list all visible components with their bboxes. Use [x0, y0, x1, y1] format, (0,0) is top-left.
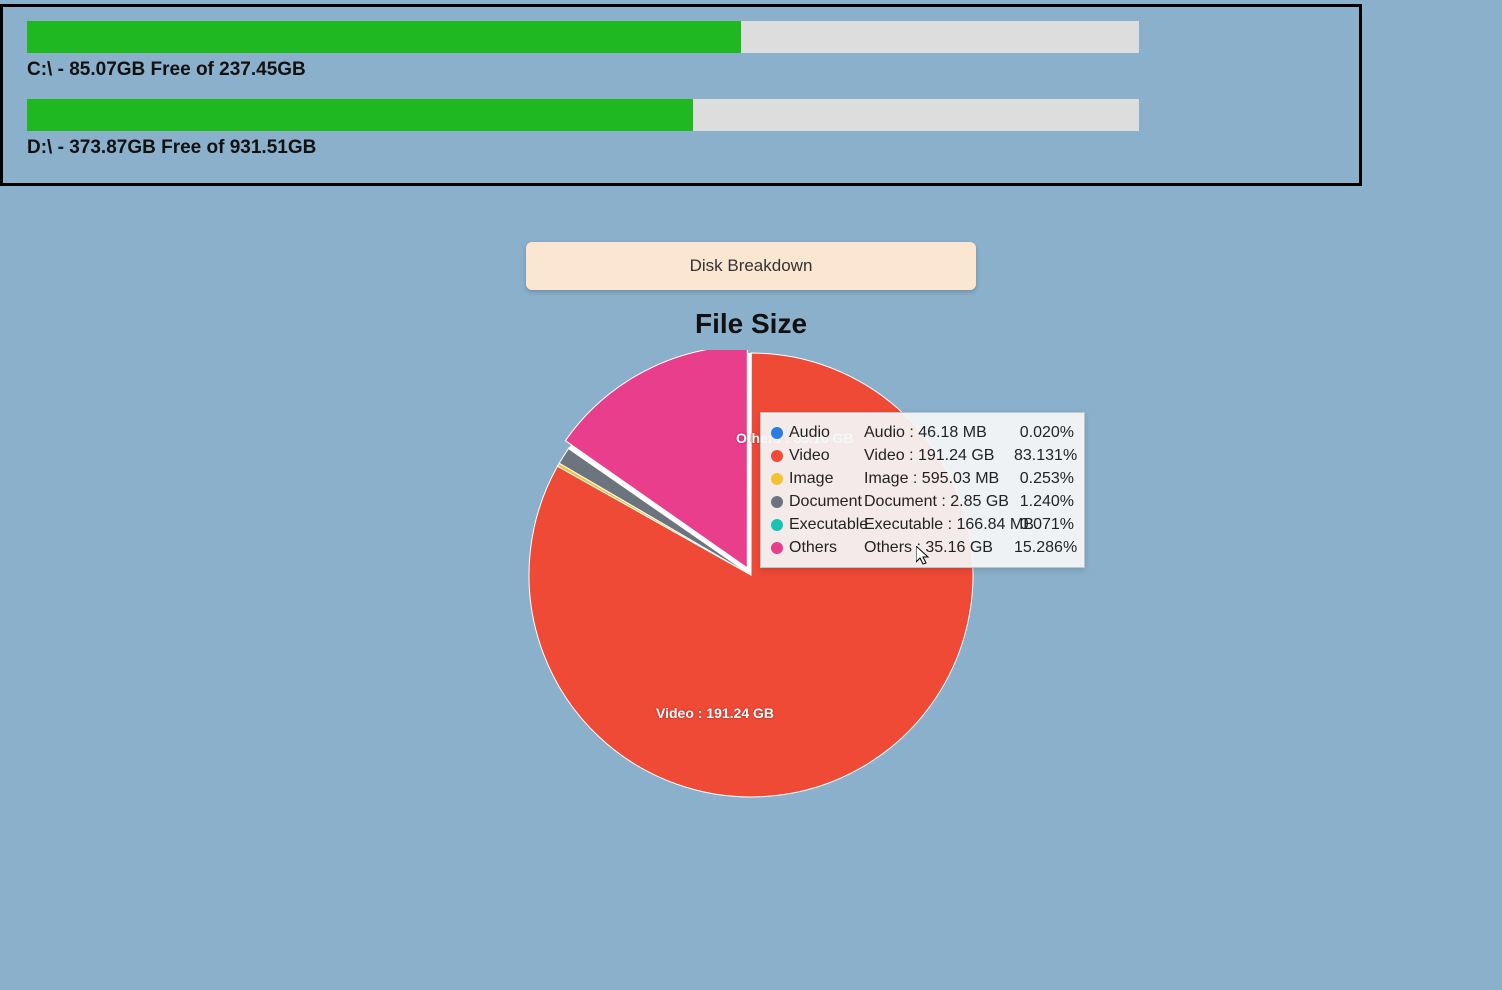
drive-d-label: D:\ - 373.87GB Free of 931.51GB: [27, 137, 1335, 159]
legend-name: Others: [789, 539, 864, 557]
legend-pct: 83.131%: [1014, 447, 1074, 465]
drive-d-bar-fill: [27, 99, 693, 131]
drive-c-bar-fill: [27, 21, 741, 53]
legend-dot-icon: [771, 450, 783, 462]
disk-breakdown-tab[interactable]: Disk Breakdown: [526, 242, 976, 290]
legend-size: Others : 35.16 GB: [864, 539, 1014, 557]
drive-d-row[interactable]: D:\ - 373.87GB Free of 931.51GB: [27, 99, 1335, 159]
legend-size: Executable : 166.84 MB: [864, 516, 1014, 534]
legend-size: Audio : 46.18 MB: [864, 424, 1014, 442]
legend-pct: 0.253%: [1014, 470, 1074, 488]
pie-chart[interactable]: Others : 35.16 GB Video : 191.24 GB Audi…: [526, 350, 976, 800]
legend-tooltip: AudioAudio : 46.18 MB0.020%VideoVideo : …: [760, 412, 1085, 568]
legend-name: Executable: [789, 516, 864, 534]
legend-dot-icon: [771, 473, 783, 485]
legend-row-document: DocumentDocument : 2.85 GB1.240%: [771, 490, 1074, 513]
drive-c-row[interactable]: C:\ - 85.07GB Free of 237.45GB: [27, 21, 1335, 81]
legend-name: Image: [789, 470, 864, 488]
legend-dot-icon: [771, 542, 783, 554]
legend-pct: 1.240%: [1014, 493, 1074, 511]
legend-size: Document : 2.85 GB: [864, 493, 1014, 511]
legend-name: Video: [789, 447, 864, 465]
chart-title: File Size: [0, 308, 1502, 340]
drive-c-label: C:\ - 85.07GB Free of 237.45GB: [27, 59, 1335, 81]
legend-row-image: ImageImage : 595.03 MB0.253%: [771, 467, 1074, 490]
legend-name: Audio: [789, 424, 864, 442]
drive-c-bar-track: [27, 21, 1139, 53]
legend-dot-icon: [771, 519, 783, 531]
legend-size: Image : 595.03 MB: [864, 470, 1014, 488]
legend-row-audio: AudioAudio : 46.18 MB0.020%: [771, 421, 1074, 444]
legend-row-executable: ExecutableExecutable : 166.84 MB0.071%: [771, 513, 1074, 536]
legend-row-video: VideoVideo : 191.24 GB83.131%: [771, 444, 1074, 467]
legend-name: Document: [789, 493, 864, 511]
legend-dot-icon: [771, 496, 783, 508]
legend-dot-icon: [771, 427, 783, 439]
legend-size: Video : 191.24 GB: [864, 447, 1014, 465]
legend-row-others: OthersOthers : 35.16 GB15.286%: [771, 536, 1074, 559]
legend-pct: 0.020%: [1014, 424, 1074, 442]
legend-pct: 15.286%: [1014, 539, 1074, 557]
drives-panel: C:\ - 85.07GB Free of 237.45GB D:\ - 373…: [0, 4, 1362, 186]
legend-pct: 0.071%: [1014, 516, 1074, 534]
drive-d-bar-track: [27, 99, 1139, 131]
